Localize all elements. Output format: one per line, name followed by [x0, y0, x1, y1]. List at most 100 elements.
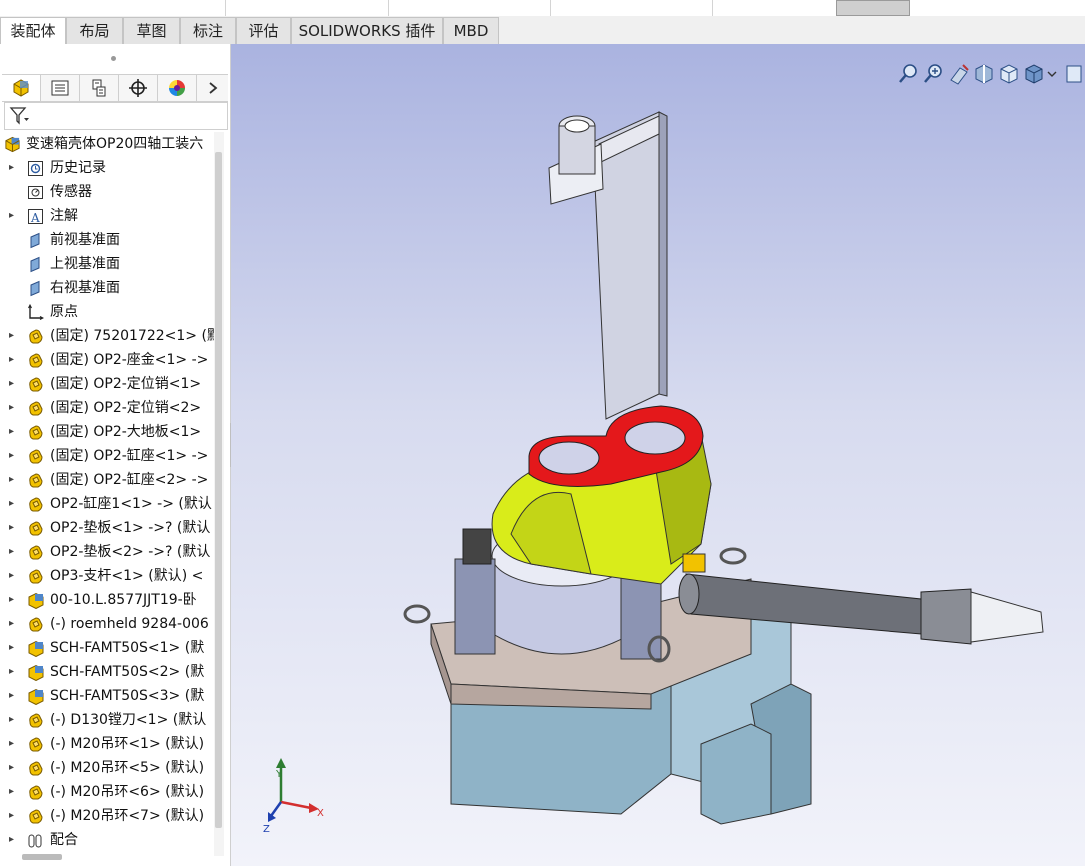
- subassembly-icon: [29, 449, 43, 464]
- tree-item[interactable]: ▸ OP2-垫板<1> ->? (默认: [0, 516, 214, 540]
- title-strip: [0, 0, 1085, 17]
- tree-item[interactable]: ▸ 00-10.L.8577JJT19-卧: [0, 588, 214, 612]
- title-strip-selected-box[interactable]: [836, 0, 910, 16]
- tree-item[interactable]: ▸ A 注解: [0, 204, 214, 228]
- tree-item-label: (-) D130镗刀<1> (默认: [50, 712, 207, 728]
- expand-arrow-icon[interactable]: ▸: [9, 540, 14, 564]
- subassembly-icon: [29, 761, 43, 776]
- tree-item[interactable]: ▸ SCH-FAMT50S<2> (默: [0, 660, 214, 684]
- expand-arrow-icon[interactable]: ▸: [9, 396, 14, 420]
- tree-item-label: (-) M20吊环<1> (默认): [50, 736, 205, 752]
- tree-item[interactable]: ▸ (固定) OP2-缸座<2> ->: [0, 468, 214, 492]
- tab-mbd[interactable]: MBD: [443, 17, 499, 44]
- tree-item[interactable]: ▸ (-) M20吊环<5> (默认): [0, 756, 214, 780]
- tree-horizontal-scrollbar[interactable]: [22, 854, 62, 860]
- expand-arrow-icon[interactable]: ▸: [9, 708, 14, 732]
- tree-item[interactable]: ▸ (-) M20吊环<7> (默认): [0, 804, 214, 828]
- tab-layout[interactable]: 布局: [66, 17, 123, 44]
- dimxpert-manager-tab[interactable]: [119, 75, 158, 101]
- expand-arrow-icon[interactable]: ▸: [9, 204, 14, 228]
- expand-arrow-icon[interactable]: ▸: [9, 660, 14, 684]
- subassembly-icon: [29, 521, 43, 536]
- expand-arrow-icon[interactable]: ▸: [9, 684, 14, 708]
- tree-item-label: (固定) OP2-定位销<1>: [50, 376, 202, 392]
- tree-item[interactable]: ▸ SCH-FAMT50S<3> (默: [0, 684, 214, 708]
- subassembly-icon: [29, 785, 43, 800]
- expand-arrow-icon[interactable]: ▸: [9, 564, 14, 588]
- tree-item[interactable]: ▸ (固定) OP2-大地板<1>: [0, 420, 214, 444]
- tree-item[interactable]: ▸ (固定) 75201722<1> (默: [0, 324, 214, 348]
- tree-item[interactable]: ▸ (固定) OP2-缸座<1> ->: [0, 444, 214, 468]
- tab-solidworks-addins[interactable]: SOLIDWORKS 插件: [291, 17, 443, 44]
- tree-item-label: 00-10.L.8577JJT19-卧: [50, 592, 197, 608]
- expand-arrow-icon[interactable]: ▸: [9, 828, 14, 852]
- expand-arrow-icon[interactable]: ▸: [9, 468, 14, 492]
- sensor-icon: [28, 186, 43, 199]
- tree-item-label: (-) roemheld 9284-006: [50, 616, 209, 632]
- tree-item[interactable]: ▸ OP2-缸座1<1> -> (默认: [0, 492, 214, 516]
- expand-arrow-icon[interactable]: ▸: [9, 324, 14, 348]
- expand-arrow-icon[interactable]: ▸: [9, 732, 14, 756]
- tree-item[interactable]: 传感器: [0, 180, 214, 204]
- tab-assembly[interactable]: 装配体: [0, 17, 66, 45]
- tab-evaluate[interactable]: 评估: [236, 17, 291, 44]
- subassembly-icon: [29, 377, 43, 392]
- graphics-area[interactable]: Y X Z: [231, 44, 1085, 866]
- configuration-manager-tab[interactable]: [80, 75, 119, 101]
- dimxpert-manager-icon: [129, 79, 147, 97]
- panel-tabs-more[interactable]: [197, 75, 228, 101]
- tree-item[interactable]: 前视基准面: [0, 228, 214, 252]
- tree-root-assembly[interactable]: 变速箱壳体OP20四轴工装六: [0, 132, 214, 156]
- expand-arrow-icon[interactable]: ▸: [9, 492, 14, 516]
- expand-arrow-icon[interactable]: ▸: [9, 372, 14, 396]
- origin-icon: [28, 304, 44, 320]
- expand-arrow-icon[interactable]: ▸: [9, 612, 14, 636]
- expand-arrow-icon[interactable]: ▸: [9, 420, 14, 444]
- tree-item[interactable]: ▸ (-) M20吊环<1> (默认): [0, 732, 214, 756]
- part-icon: [28, 592, 44, 609]
- tree-item[interactable]: ▸ 历史记录: [0, 156, 214, 180]
- expand-arrow-icon[interactable]: ▸: [9, 348, 14, 372]
- tab-markup[interactable]: 标注: [180, 17, 236, 44]
- tree-item-label: (-) M20吊环<5> (默认): [50, 760, 205, 776]
- expand-arrow-icon[interactable]: ▸: [9, 588, 14, 612]
- expand-arrow-icon[interactable]: ▸: [9, 804, 14, 828]
- tree-item[interactable]: ▸ 配合: [0, 828, 214, 852]
- tree-item[interactable]: ▸ (固定) OP2-座金<1> ->: [0, 348, 214, 372]
- tree-item[interactable]: ▸ (-) M20吊环<6> (默认): [0, 780, 214, 804]
- expand-arrow-icon[interactable]: ▸: [9, 516, 14, 540]
- tree-item[interactable]: 右视基准面: [0, 276, 214, 300]
- feature-manager-tab[interactable]: [2, 75, 41, 101]
- tree-item[interactable]: 原点: [0, 300, 214, 324]
- tree-item[interactable]: ▸ (固定) OP2-定位销<1>: [0, 372, 214, 396]
- tree-scrollbar-thumb[interactable]: [215, 152, 222, 828]
- tree-item[interactable]: ▸ (-) D130镗刀<1> (默认: [0, 708, 214, 732]
- display-manager-tab[interactable]: [158, 75, 197, 101]
- expand-arrow-icon[interactable]: ▸: [9, 756, 14, 780]
- triad-y-label: Y: [275, 769, 283, 780]
- triad-z-label: Z: [263, 824, 270, 835]
- support-column[interactable]: [548, 111, 668, 420]
- expand-arrow-icon[interactable]: ▸: [9, 156, 14, 180]
- tree-item-label: (固定) OP2-缸座<1> ->: [50, 448, 209, 464]
- tab-sketch[interactable]: 草图: [123, 17, 180, 44]
- tree-item[interactable]: 上视基准面: [0, 252, 214, 276]
- tree-item-label: SCH-FAMT50S<2> (默: [50, 664, 205, 680]
- tree-item[interactable]: ▸ (固定) OP2-定位销<2>: [0, 396, 214, 420]
- assembly-3d-model[interactable]: Y X Z: [231, 44, 1085, 866]
- tree-item[interactable]: ▸ OP3-支杆<1> (默认) <: [0, 564, 214, 588]
- tree-item-label: OP2-缸座1<1> -> (默认: [50, 496, 212, 512]
- expand-arrow-icon[interactable]: ▸: [9, 444, 14, 468]
- part-icon: [28, 688, 44, 705]
- mates-icon: [28, 834, 42, 848]
- panel-grip[interactable]: [111, 56, 116, 61]
- expand-arrow-icon[interactable]: ▸: [9, 780, 14, 804]
- subassembly-icon: [29, 737, 43, 752]
- property-manager-tab[interactable]: [41, 75, 80, 101]
- tree-item[interactable]: ▸ (-) roemheld 9284-006: [0, 612, 214, 636]
- tree-filter-box[interactable]: [4, 102, 228, 130]
- tree-item[interactable]: ▸ SCH-FAMT50S<1> (默: [0, 636, 214, 660]
- tree-item[interactable]: ▸ OP2-垫板<2> ->? (默认: [0, 540, 214, 564]
- svg-text:A: A: [30, 211, 40, 225]
- expand-arrow-icon[interactable]: ▸: [9, 636, 14, 660]
